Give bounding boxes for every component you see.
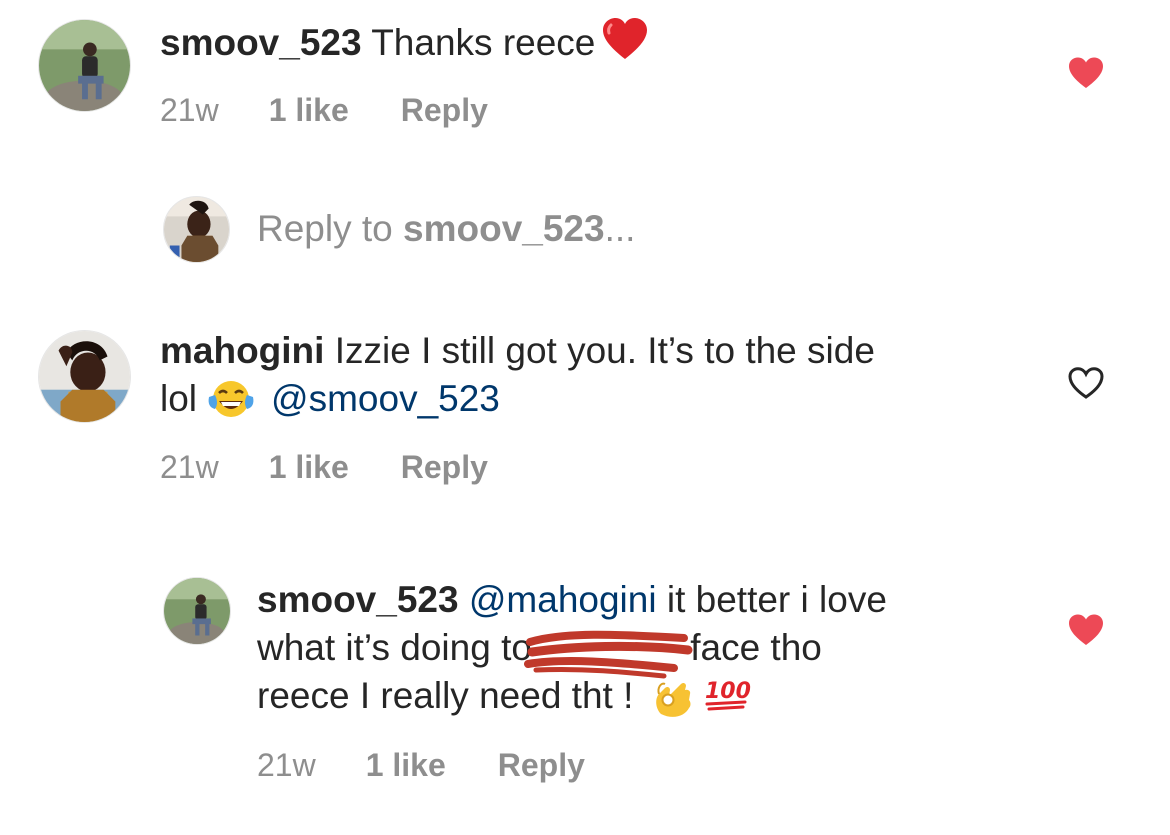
comment-2-mention[interactable]: @smoov_523	[271, 378, 500, 419]
comment-1-text: smoov_523 Thanks reece	[160, 17, 649, 67]
reply-likes[interactable]: 1 like	[366, 747, 446, 784]
comment-1-reply-button[interactable]: Reply	[401, 92, 488, 129]
comment-2-reply-button[interactable]: Reply	[401, 449, 488, 486]
reply-username[interactable]: smoov_523	[257, 579, 459, 620]
like-heart-icon-comment-1[interactable]	[1067, 56, 1105, 90]
reply-text-line-1: smoov_523 @mahogini it better i love	[257, 576, 887, 624]
red-heart-emoji-icon	[601, 17, 649, 61]
comment-2-body-line-1: Izzie I still got you. It’s to the side	[334, 330, 875, 371]
reply-prompt-ellipsis: ...	[604, 208, 636, 249]
reply-prompt-username: smoov_523	[403, 208, 605, 249]
comment-2-text-line-2: lol @smoov_523	[160, 375, 500, 423]
comment-2-likes[interactable]: 1 like	[269, 449, 349, 486]
reply-to-prompt[interactable]: Reply to smoov_523...	[257, 208, 635, 250]
comment-2-username[interactable]: mahogini	[160, 330, 324, 371]
comment-2-body-line-2: lol	[160, 378, 198, 419]
comment-1-time: 21w	[160, 92, 219, 128]
comment-1-body: Thanks reece	[371, 22, 596, 63]
avatar-current-user	[163, 196, 230, 263]
avatar-smoov-523[interactable]	[38, 19, 131, 112]
reply-reply-button[interactable]: Reply	[498, 747, 585, 784]
like-heart-outline-icon-comment-2[interactable]	[1067, 366, 1105, 400]
like-heart-icon-reply[interactable]	[1067, 613, 1105, 647]
reply-text-line-3: reece I really need tht ! 100	[257, 672, 751, 720]
tears-of-joy-emoji-icon	[205, 377, 257, 421]
reply-time: 21w	[257, 747, 316, 783]
reply-body-line-1: it better i love	[656, 579, 887, 620]
reply-mention[interactable]: @mahogini	[469, 579, 657, 620]
avatar-mahogini[interactable]	[38, 330, 131, 423]
ok-hand-emoji-icon	[651, 674, 695, 720]
hundred-points-emoji-icon: 100	[701, 674, 751, 714]
reply-prompt-prefix: Reply to	[257, 208, 393, 249]
avatar-smoov-523-reply[interactable]	[163, 577, 231, 645]
reply-body-line-2-suffix: face tho	[690, 627, 822, 668]
comment-2-text-line-1: mahogini Izzie I still got you. It’s to …	[160, 327, 875, 375]
reply-text-line-2: what it’s doing to face tho	[257, 624, 822, 679]
comment-1-meta: 21w 1 like Reply	[160, 92, 488, 129]
redaction-scribble	[523, 628, 693, 679]
comment-1-likes[interactable]: 1 like	[269, 92, 349, 129]
comment-2-time: 21w	[160, 449, 219, 485]
reply-meta: 21w 1 like Reply	[257, 747, 585, 784]
reply-body-line-3: reece I really need tht !	[257, 675, 634, 716]
comment-2-meta: 21w 1 like Reply	[160, 449, 488, 486]
svg-text:100: 100	[705, 679, 751, 704]
reply-body-line-2-prefix: what it’s doing to	[257, 627, 532, 668]
comment-1-username[interactable]: smoov_523	[160, 22, 362, 63]
